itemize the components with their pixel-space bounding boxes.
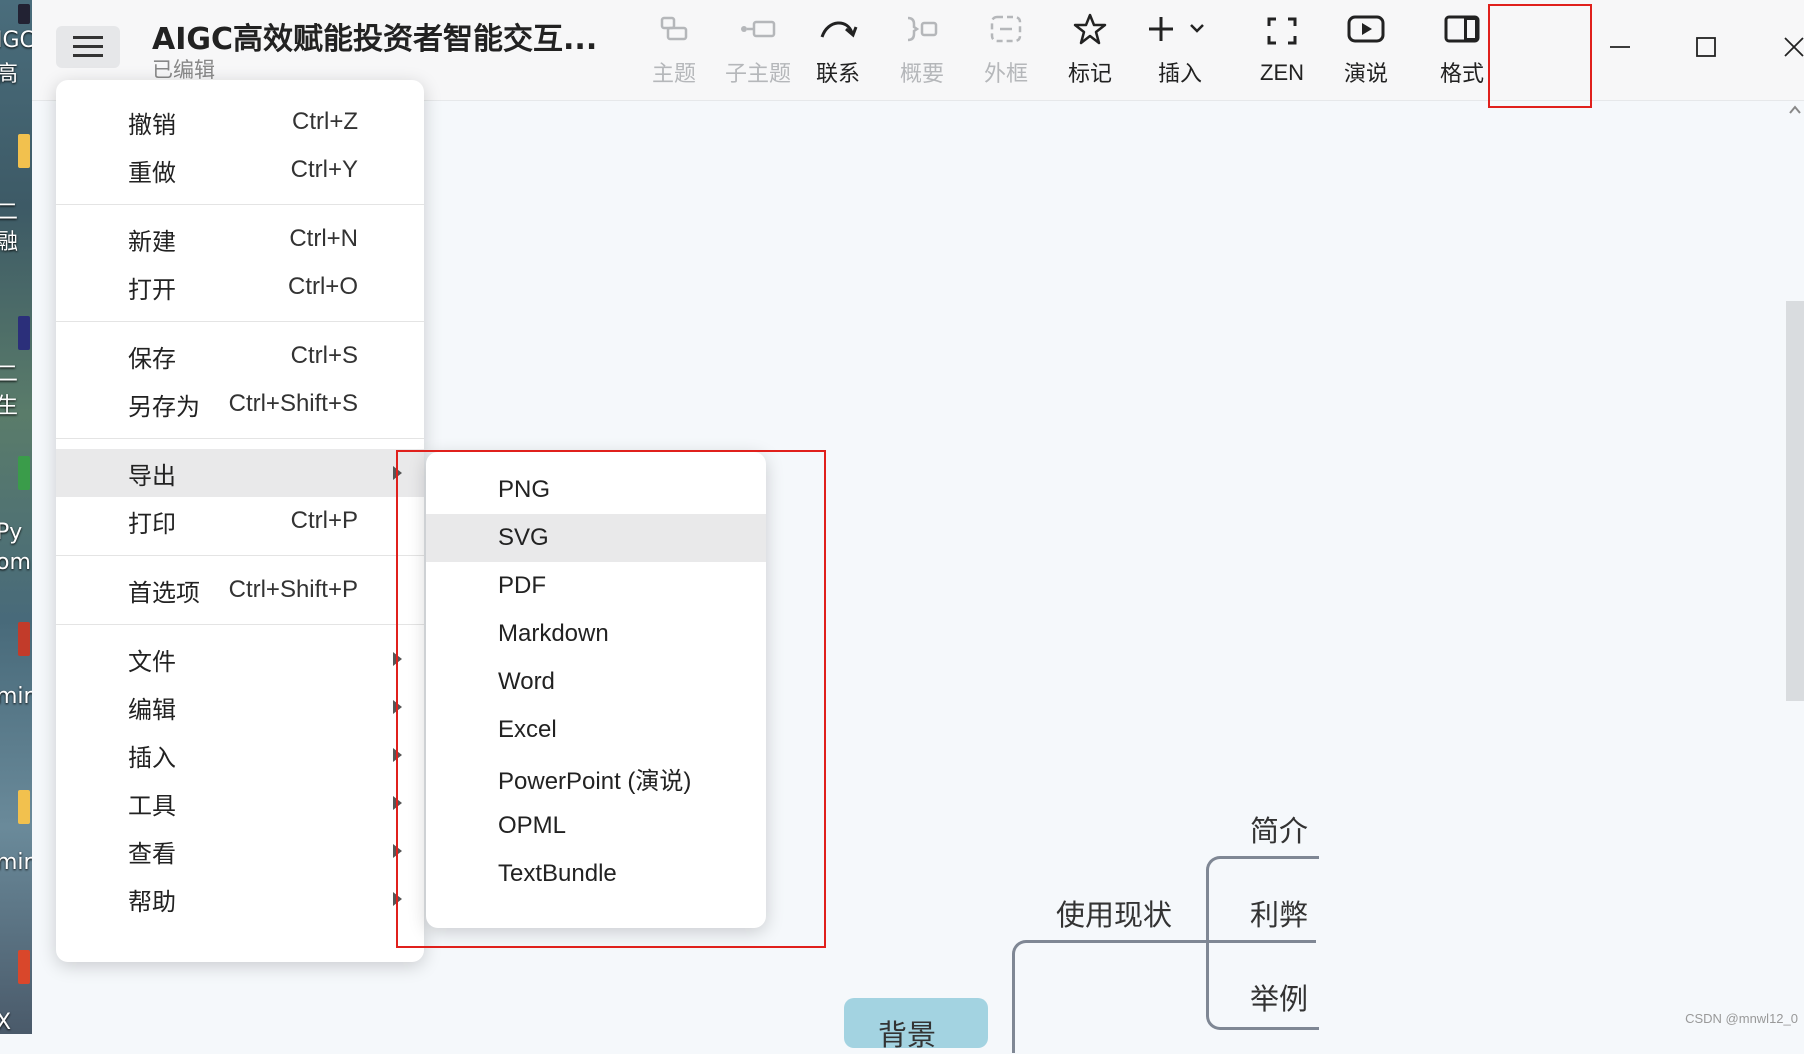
maximize-button[interactable]: [1676, 20, 1736, 74]
desktop-label: 生: [0, 394, 19, 419]
subtopic-connector: [1210, 940, 1316, 943]
close-window-button[interactable]: [1764, 20, 1804, 74]
toolbar-subtopic-button[interactable]: 子主题: [718, 12, 798, 88]
vertical-scrollbar-thumb[interactable]: [1786, 301, 1804, 701]
toolbar-relationship-button[interactable]: 联系: [808, 12, 868, 88]
toolbar-boundary-button[interactable]: 外框: [976, 12, 1036, 88]
scroll-up-icon[interactable]: [1788, 104, 1802, 116]
play-icon: [1347, 15, 1385, 43]
subtopic-icon: [741, 20, 776, 38]
menu-item-help[interactable]: 帮助: [56, 875, 424, 923]
toolbar-format-button[interactable]: 格式: [1432, 12, 1492, 88]
menu-item-save-as[interactable]: 另存为 Ctrl+Shift+S: [56, 380, 424, 428]
toolbar-presentation-button[interactable]: 演说: [1336, 12, 1396, 88]
central-topic-label: 背景: [878, 1018, 937, 1052]
branch-topic-label[interactable]: 使用现状: [1056, 892, 1172, 934]
menu-item-new[interactable]: 新建 Ctrl+N: [56, 215, 424, 263]
menu-item-insert[interactable]: 插入: [56, 731, 424, 779]
desktop-label: X: [0, 1010, 12, 1035]
app-icon[interactable]: [18, 456, 30, 490]
desktop-label: 二: [0, 200, 19, 225]
desktop-label: om: [0, 550, 31, 575]
menu-item-tools[interactable]: 工具: [56, 779, 424, 827]
star-icon: [1073, 13, 1107, 45]
chevron-down-icon: [1190, 24, 1204, 33]
toolbar-label: 子主题: [724, 62, 791, 87]
branch-connector: [1012, 940, 1215, 1053]
subtopic-label[interactable]: 举例: [1250, 976, 1308, 1018]
topic-icon: [660, 16, 688, 41]
desktop-label: 高: [0, 62, 19, 87]
toolbar-label: 格式: [1439, 62, 1484, 87]
toolbar-label: 概要: [899, 62, 944, 87]
toolbar-label: 标记: [1067, 62, 1112, 87]
relationship-icon: [820, 21, 858, 38]
toolbar-label: 演说: [1343, 62, 1388, 87]
desktop-app-icon[interactable]: [18, 4, 30, 24]
annotation-box-minimize: [1488, 4, 1592, 108]
archive-icon[interactable]: [18, 622, 30, 656]
toolbar-insert-button[interactable]: 插入: [1142, 12, 1218, 88]
hamburger-icon: [73, 36, 103, 57]
annotation-box-export: [396, 450, 826, 948]
menu-item-save[interactable]: 保存 Ctrl+S: [56, 332, 424, 380]
menu-divider: [56, 624, 424, 625]
toolbar-topic-button[interactable]: 主题: [644, 12, 704, 88]
subtopic-label[interactable]: 简介: [1250, 808, 1308, 850]
folder-icon[interactable]: [18, 790, 30, 824]
desktop-label: 融: [0, 230, 19, 255]
desktop-background: IGC 高 二 融 二 生 Py om mir mir X: [0, 0, 35, 1035]
menu-item-file[interactable]: 文件: [56, 635, 424, 683]
menu-item-edit[interactable]: 编辑: [56, 683, 424, 731]
main-menu: 撤销 Ctrl+Z 重做 Ctrl+Y 新建 Ctrl+N 打开 Ctrl+O 保存 Ct…: [56, 80, 424, 962]
menu-item-preferences[interactable]: 首选项 Ctrl+Shift+P: [56, 566, 424, 614]
toolbar-label: 插入: [1157, 62, 1202, 87]
menu-divider: [56, 438, 424, 439]
desktop-label: mir: [0, 684, 33, 709]
toolbar-label: 主题: [651, 62, 696, 87]
toolbar-label: 联系: [815, 62, 860, 87]
subtopic-label[interactable]: 利弊: [1250, 892, 1308, 934]
format-panel-icon: [1444, 15, 1480, 43]
toolbar-summary-button[interactable]: 概要: [892, 12, 952, 88]
boundary-icon: [990, 15, 1022, 43]
close-icon: [1784, 37, 1804, 57]
app-icon[interactable]: [18, 950, 30, 984]
menu-divider: [56, 555, 424, 556]
document-title: AIGC高效赋能投资者智能交互...: [152, 22, 598, 57]
desktop-label: mir: [0, 850, 33, 875]
desktop-label: 二: [0, 362, 19, 387]
hamburger-menu-button[interactable]: [56, 26, 120, 68]
menu-item-view[interactable]: 查看: [56, 827, 424, 875]
desktop-label: IGC: [0, 28, 35, 53]
mindmap-app-window: AIGC高效赋能投资者智能交互... 已编辑 主题 子主题 联系 概要 外框 标…: [32, 0, 1804, 1053]
minimize-button[interactable]: [1590, 20, 1650, 74]
maximize-icon: [1696, 37, 1716, 57]
toolbar-zen-button[interactable]: ZEN: [1252, 12, 1312, 88]
menu-item-redo[interactable]: 重做 Ctrl+Y: [56, 146, 424, 194]
desktop-label: Py: [0, 520, 23, 545]
folder-icon[interactable]: [18, 134, 30, 168]
fullscreen-icon: [1267, 17, 1297, 45]
menu-item-export[interactable]: 导出: [56, 449, 424, 497]
menu-divider: [56, 321, 424, 322]
toolbar-label: ZEN: [1260, 60, 1304, 85]
minimize-icon: [1610, 46, 1630, 48]
central-topic-node[interactable]: 背景: [844, 998, 988, 1052]
plus-icon: [1149, 17, 1204, 41]
toolbar-marker-button[interactable]: 标记: [1060, 12, 1120, 88]
menu-item-print[interactable]: 打印 Ctrl+P: [56, 497, 424, 545]
watermark: CSDN @mnwl12_0: [1685, 1011, 1798, 1026]
file-icon[interactable]: [18, 316, 30, 350]
menu-item-open[interactable]: 打开 Ctrl+O: [56, 263, 424, 311]
toolbar-label: 外框: [983, 62, 1028, 87]
menu-item-undo[interactable]: 撤销 Ctrl+Z: [56, 98, 424, 146]
summary-icon: [907, 16, 938, 42]
menu-divider: [56, 204, 424, 205]
